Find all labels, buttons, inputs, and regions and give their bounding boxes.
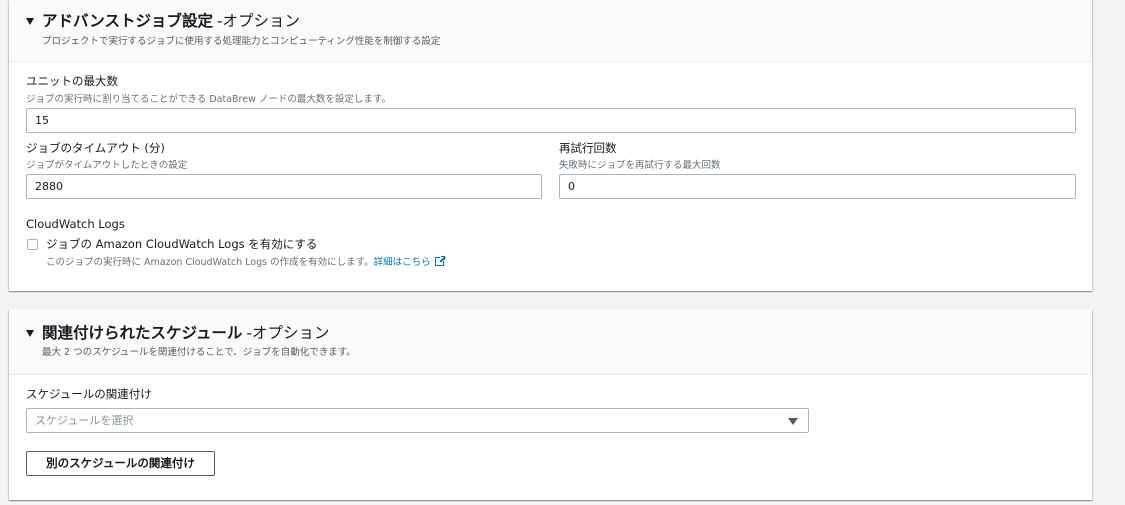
advanced-job-settings-header[interactable]: アドバンストジョブ設定 -オプション プロジェクトで実行するジョブに使用する処理… — [9, 0, 1092, 62]
dropdown-caret-icon[interactable] — [788, 418, 798, 425]
schedule-association-label: スケジュールの関連付け — [26, 387, 152, 401]
advanced-job-settings-optional-label: -オプション — [216, 12, 301, 30]
retries-description: 失敗時にジョブを再試行する最大回数 — [559, 160, 721, 171]
associated-schedules-optional-label: -オプション — [246, 324, 330, 342]
job-timeout-label: ジョブのタイムアウト (分) — [26, 141, 165, 155]
associated-schedules-header[interactable]: 関連付けられたスケジュール -オプション 最大 2 つのスケジュールを関連付ける… — [9, 309, 1092, 375]
associate-another-schedule-button[interactable]: 別のスケジュールの関連付け — [26, 451, 215, 476]
associated-schedules-title-row[interactable]: 関連付けられたスケジュール -オプション — [26, 321, 330, 343]
caret-down-icon[interactable] — [26, 17, 34, 25]
cloudwatch-logs-description-text: このジョブの実行時に Amazon CloudWatch Logs の作成を有効… — [46, 257, 374, 268]
job-timeout-description: ジョブがタイムアウトしたときの設定 — [26, 160, 188, 171]
advanced-job-settings-panel: アドバンストジョブ設定 -オプション プロジェクトで実行するジョブに使用する処理… — [9, 0, 1092, 291]
cloudwatch-logs-checkbox-label[interactable]: ジョブの Amazon CloudWatch Logs を有効にする — [46, 236, 317, 252]
learn-more-link-text[interactable]: 詳細はこちら — [374, 257, 431, 268]
learn-more-link[interactable]: 詳細はこちら — [374, 255, 446, 268]
max-units-description: ジョブの実行時に割り当てることができる DataBrew ノードの最大数を設定し… — [26, 94, 391, 105]
external-link-icon[interactable] — [434, 255, 446, 266]
retries-label: 再試行回数 — [559, 141, 617, 155]
advanced-job-settings-title-row[interactable]: アドバンストジョブ設定 -オプション — [26, 9, 300, 31]
retries-input[interactable]: 0 — [559, 174, 1076, 199]
caret-down-icon[interactable] — [26, 329, 34, 337]
job-timeout-input[interactable]: 2880 — [26, 174, 542, 199]
max-units-label: ユニットの最大数 — [26, 74, 118, 88]
associated-schedules-description: 最大 2 つのスケジュールを関連付けることで、ジョブを自動化できます。 — [42, 347, 356, 358]
cloudwatch-logs-checkbox[interactable] — [27, 239, 38, 250]
page: アドバンストジョブ設定 -オプション プロジェクトで実行するジョブに使用する処理… — [0, 0, 1125, 505]
associated-schedules-panel: 関連付けられたスケジュール -オプション 最大 2 つのスケジュールを関連付ける… — [9, 309, 1092, 500]
cloudwatch-logs-label: CloudWatch Logs — [26, 217, 125, 231]
max-units-input[interactable]: 15 — [26, 108, 1076, 133]
schedule-select[interactable]: スケジュールを選択 — [26, 408, 809, 433]
associated-schedules-title: 関連付けられたスケジュール — [42, 324, 243, 342]
advanced-job-settings-title: アドバンストジョブ設定 — [42, 12, 213, 30]
schedule-select-placeholder: スケジュールを選択 — [35, 414, 134, 427]
cloudwatch-logs-description: このジョブの実行時に Amazon CloudWatch Logs の作成を有効… — [46, 254, 446, 268]
advanced-job-settings-description: プロジェクトで実行するジョブに使用する処理能力とコンピューティング性能を制御する… — [42, 36, 441, 47]
